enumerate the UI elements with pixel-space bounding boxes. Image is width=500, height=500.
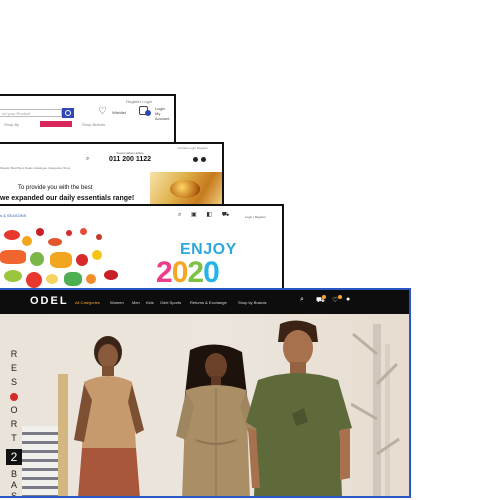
sidebar-letter: E xyxy=(10,363,17,373)
top-links[interactable]: Contact Login Register xyxy=(177,146,208,150)
striped-towel xyxy=(22,426,62,496)
nav-item[interactable]: Shop Brands xyxy=(82,122,105,127)
wishlist-badge xyxy=(338,295,342,299)
fruit-banner-image xyxy=(0,224,128,290)
top-links[interactable]: Register Login xyxy=(126,99,152,104)
sidebar-letter: A xyxy=(10,480,17,490)
promo-year: 2020 xyxy=(156,256,220,290)
banner-headline: To provide you with the best xyxy=(18,185,93,191)
user-icon[interactable]: ● xyxy=(346,296,350,303)
sidebar-letter: R xyxy=(10,419,18,429)
cart-badge xyxy=(322,295,326,299)
sidebar-letter: T xyxy=(11,433,17,443)
search-input[interactable]: nd your Product xyxy=(0,109,62,117)
nav-icons: ⌕ ⛟ ♡ ● xyxy=(300,295,360,306)
banner-subheadline: we expanded our daily essentials range! xyxy=(0,195,135,202)
year-digit: 2 xyxy=(156,256,173,289)
cart-icon[interactable] xyxy=(193,157,211,163)
hero-banner[interactable]: R E S O R T 2 B A S xyxy=(0,314,409,498)
header-icons: ⌕ ▣ ◧ ⛟ xyxy=(178,211,237,219)
cart-count-badge xyxy=(145,110,151,116)
search-icon[interactable]: ⌕ xyxy=(86,156,89,163)
model-woman-left xyxy=(74,336,144,496)
screenshot-enjoy-2020: s & SEASONS ⌕ ▣ ◧ ⛟ Login / Register ENJ… xyxy=(0,204,284,292)
cart-icon[interactable]: ⛟ xyxy=(222,212,230,218)
main-nav[interactable]: Weekly Best Buys Deals Catalogue Categor… xyxy=(0,166,70,170)
search-icon[interactable]: ⌕ xyxy=(178,212,181,218)
bamboo-illustration xyxy=(351,324,400,496)
year-digit: 2 xyxy=(187,256,204,289)
collection-vertical-label: R E S O R T 2 B A S xyxy=(6,349,22,498)
year-digit: 0 xyxy=(203,256,220,289)
heart-icon[interactable]: ♡ xyxy=(98,107,107,117)
compare-icon[interactable]: ◧ xyxy=(206,212,212,218)
sidebar-letter: B xyxy=(10,469,17,479)
screenshot-odel-homepage: ODEL All Categories Women Men Kids Odel … xyxy=(0,288,411,498)
sidebar-letter: S xyxy=(10,377,17,387)
account-link[interactable]: Login / Register xyxy=(245,215,266,219)
nav-highlight-tab[interactable] xyxy=(40,121,72,127)
sidebar-letter: S xyxy=(10,491,17,498)
menu-item-women[interactable]: Women xyxy=(110,300,124,305)
breadcrumb[interactable]: s & SEASONS xyxy=(0,213,26,218)
year-digit: 0 xyxy=(171,256,189,289)
menu-item-kids[interactable]: Kids xyxy=(146,300,154,305)
collection-number: 2 xyxy=(6,449,22,465)
odel-logo[interactable]: ODEL xyxy=(30,295,69,307)
search-icon[interactable]: ⌕ xyxy=(300,296,304,304)
search-button[interactable] xyxy=(62,108,74,118)
wishlist-label[interactable]: Wishlist xyxy=(112,110,126,115)
menu-item-brands[interactable]: Shop by Brands xyxy=(238,300,266,305)
hotline-label: Supermarket Hotline xyxy=(116,151,144,155)
nav-item[interactable]: Shop By xyxy=(4,122,19,127)
sidebar-letter: R xyxy=(10,349,18,359)
wishlist-icon[interactable]: ▣ xyxy=(191,212,197,218)
hotline-phone: 011 200 1122 xyxy=(108,156,152,163)
account-label[interactable]: My Account xyxy=(155,111,169,121)
menu-item-all-categories[interactable]: All Categories xyxy=(75,300,100,305)
red-dot-icon xyxy=(10,393,18,401)
menu-item-odel-sports[interactable]: Odel Sports xyxy=(160,300,181,305)
sidebar-letter: O xyxy=(10,405,18,415)
banner-food-image xyxy=(150,172,222,206)
model-man-right xyxy=(246,320,352,496)
wooden-chair xyxy=(58,374,68,496)
menu-item-returns[interactable]: Returns & Exchange xyxy=(190,300,227,305)
screenshot-supermarket-header: Contact Login Register ⌕ Supermarket Hot… xyxy=(0,142,224,208)
menu-item-men[interactable]: Men xyxy=(132,300,140,305)
login-link[interactable]: Login My Account xyxy=(155,106,174,121)
top-nav: ODEL All Categories Women Men Kids Odel … xyxy=(0,290,409,314)
